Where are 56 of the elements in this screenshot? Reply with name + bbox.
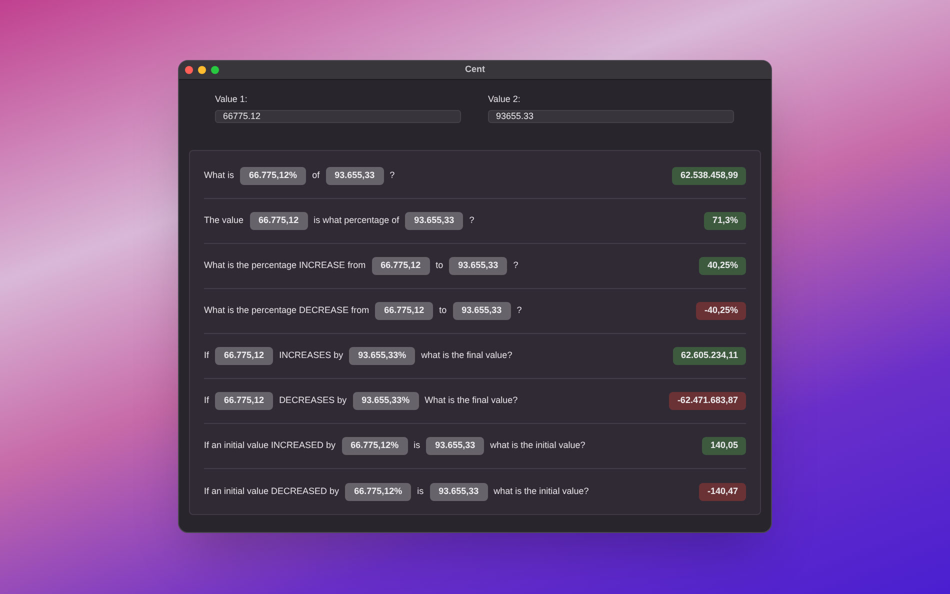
field-label: Value 2: [488,93,522,105]
question-text: ? [516,304,522,318]
value-chip[interactable]: 93.655,33 [452,302,511,320]
question-text: If [204,394,210,408]
question-text: If an initial value DECREASED by [204,484,340,498]
value-chip[interactable]: 93.655,33 [449,257,508,275]
question-text: What is the final value? [424,394,518,408]
question-text: The value [204,214,244,228]
value-chip[interactable]: 66.775,12% [342,437,408,455]
field-label: Value 1: [215,93,248,105]
value-chip[interactable]: 66.775,12 [250,212,308,230]
result-value: 140,05 [702,437,746,455]
question-text: DECREASES by [279,394,347,408]
question-text: of [312,169,320,182]
minimize-button[interactable] [198,66,206,74]
question-text: what is the final value? [421,349,512,362]
question-text: If [204,349,210,362]
result-value: 40,25% [699,257,746,275]
question-text: is what percentage of [314,214,400,228]
question-text: to [436,259,444,272]
result-value: -140,47 [699,482,746,500]
question-text: to [439,304,447,318]
value-chip[interactable]: 93.655,33 [326,167,384,185]
result-value: 62.538.458,99 [672,167,746,185]
value-chip[interactable]: 93.655,33 [430,482,488,500]
value-chip[interactable]: 93.655,33 [405,212,464,230]
zoom-button[interactable] [211,66,219,74]
question-text: What is the percentage DECREASE from [204,304,370,318]
question-text: What is [204,169,234,182]
question-text: is [417,484,424,498]
question-text: is [414,439,420,452]
value-chip[interactable]: 66.775,12% [345,482,412,500]
value-chip[interactable]: 66.775,12 [215,347,274,365]
question-text: INCREASES by [279,349,344,362]
value-chip[interactable]: 66.775,12 [215,392,274,410]
question-text: What is the percentage INCREASE from [204,259,366,272]
question-text: what is the initial value? [490,439,586,452]
input-field[interactable]: 66775.12 [215,110,461,123]
question-text: what is the initial value? [494,484,589,498]
value-chip[interactable]: 93.655,33% [352,392,419,410]
value-chip[interactable]: 93.655,33% [349,347,416,365]
result-value: -62.471.683,87 [669,392,746,410]
close-button[interactable] [185,66,193,74]
question-text: ? [513,259,518,272]
value-chip[interactable]: 66.775,12 [375,302,434,320]
question-text: ? [469,214,474,228]
value-chip[interactable]: 66.775,12 [372,257,430,275]
value-chip[interactable]: 93.655,33 [426,437,484,455]
question-text: ? [390,169,395,182]
result-value: 62.605.234,11 [672,347,746,365]
question-text: If an initial value INCREASED by [204,439,336,452]
result-value: 71,3% [704,212,746,230]
window-title: Cent [465,63,485,76]
result-value: -40,25% [696,302,746,320]
input-field[interactable]: 93655.33 [488,110,734,123]
value-chip[interactable]: 66.775,12% [240,167,306,185]
